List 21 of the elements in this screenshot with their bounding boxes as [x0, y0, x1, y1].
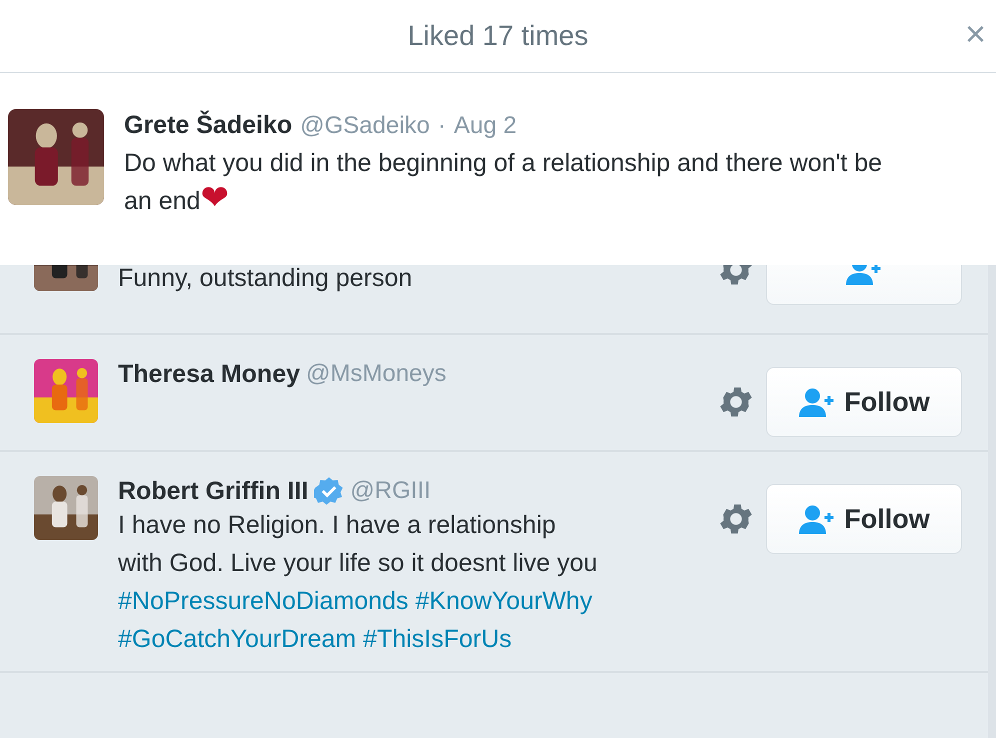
user-name[interactable]: Robert Griffin III	[118, 476, 308, 506]
dialog-title: Liked 17 times	[408, 20, 588, 52]
user-handle[interactable]: @RGIII	[350, 477, 431, 505]
user-handle[interactable]: @MsMoneys	[306, 360, 446, 388]
user-name[interactable]: Theresa Money	[118, 360, 300, 388]
hashtag-link[interactable]: #NoPressureNoDiamonds	[118, 587, 408, 615]
user-bio: Funny, outstanding person	[118, 263, 414, 294]
hashtag-link[interactable]: #GoCatchYourDream	[118, 625, 356, 653]
hashtag-link[interactable]: #ThisIsForUs	[363, 625, 512, 653]
user-name[interactable]: Grete Šadeiko	[124, 111, 292, 140]
tweet-date[interactable]: Aug 2	[454, 112, 517, 140]
follow-button[interactable]: Follow	[766, 484, 962, 554]
add-user-icon	[798, 387, 836, 417]
hashtag-link[interactable]: #KnowYourWhy	[415, 587, 592, 615]
tweet-text: Do what you did in the beginning of a relationship and there won't be an end❤	[124, 148, 884, 220]
user-handle[interactable]: @GSadeiko	[300, 112, 430, 140]
follow-button[interactable]: Follow	[766, 367, 962, 437]
user-bio: I have no Religion. I have a relationship with God. Live your life so it doesnt live you #NoPressureNoDiamonds #KnowYourWhy #GoCatchYourDream #ThisIsForUs	[118, 510, 598, 655]
add-user-icon	[798, 504, 836, 534]
separator: ·	[438, 112, 446, 140]
close-button[interactable]: ×	[960, 14, 990, 54]
